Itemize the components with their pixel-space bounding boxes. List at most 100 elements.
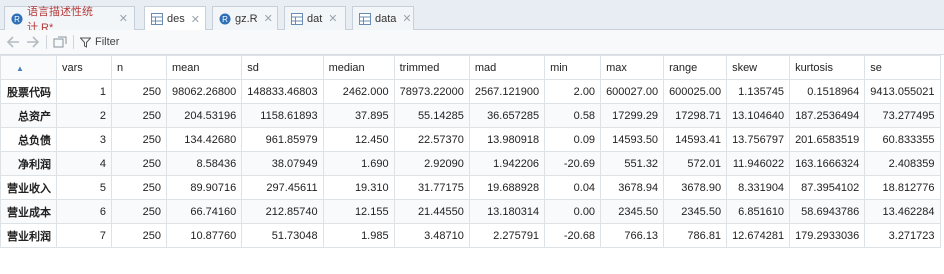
table-cell[interactable]: 4 (56, 151, 112, 176)
table-cell[interactable]: 89.90716 (165, 175, 243, 200)
table-cell[interactable]: 6.851610 (726, 199, 791, 224)
table-cell[interactable]: 0.58 (544, 103, 602, 128)
table-cell[interactable]: 961.85979 (241, 127, 324, 152)
table-cell[interactable]: 2462.000 (322, 79, 395, 104)
table-cell[interactable]: 13.756797 (726, 127, 791, 152)
table-cell[interactable]: 98062.26800 (165, 79, 243, 104)
close-icon[interactable]: ✕ (328, 12, 337, 25)
table-cell[interactable]: 600025.00 (663, 79, 728, 104)
close-icon[interactable]: ✕ (191, 13, 200, 26)
table-cell[interactable]: 7 (56, 223, 112, 248)
table-cell[interactable]: 600027.00 (600, 79, 665, 104)
column-header[interactable]: vars (56, 55, 112, 80)
table-cell[interactable]: 13.980918 (468, 127, 546, 152)
table-cell[interactable]: 31.77175 (393, 175, 470, 200)
table-cell[interactable]: 66.74160 (165, 199, 243, 224)
table-cell[interactable]: 179.2933036 (789, 223, 866, 248)
column-header[interactable]: median (322, 55, 395, 80)
table-cell[interactable]: 2.92090 (393, 151, 470, 176)
table-cell[interactable]: 0.00 (544, 199, 602, 224)
close-icon[interactable]: ✕ (264, 12, 273, 25)
table-cell[interactable]: 2345.50 (663, 199, 728, 224)
table-cell[interactable]: 2.275791 (468, 223, 546, 248)
table-cell[interactable]: 13.180314 (468, 199, 546, 224)
table-cell[interactable]: 2.00 (544, 79, 602, 104)
row-name-cell[interactable]: 总资产 (0, 103, 57, 128)
table-cell[interactable]: 14593.41 (663, 127, 728, 152)
table-cell[interactable]: 8.58436 (165, 151, 243, 176)
table-cell[interactable]: 18.812776 (864, 175, 941, 200)
column-header[interactable]: n (111, 55, 167, 80)
table-cell[interactable]: 250 (111, 175, 167, 200)
column-header[interactable]: mad (468, 55, 546, 80)
table-cell[interactable]: 73.277495 (864, 103, 941, 128)
table-cell[interactable]: 0.04 (544, 175, 602, 200)
table-cell[interactable]: 204.53196 (165, 103, 243, 128)
table-cell[interactable]: 13.104640 (726, 103, 791, 128)
table-cell[interactable]: 163.1666324 (789, 151, 866, 176)
corner-header[interactable]: ▲ (0, 55, 57, 80)
forward-arrow-icon[interactable] (26, 33, 40, 51)
column-header[interactable]: min (544, 55, 602, 80)
table-cell[interactable]: 36.657285 (468, 103, 546, 128)
table-cell[interactable]: 3678.94 (600, 175, 665, 200)
table-cell[interactable]: 2345.50 (600, 199, 665, 224)
table-cell[interactable]: 766.13 (600, 223, 665, 248)
table-cell[interactable]: 201.6583519 (789, 127, 866, 152)
table-cell[interactable]: 250 (111, 223, 167, 248)
table-cell[interactable]: 2 (56, 103, 112, 128)
table-cell[interactable]: 55.14285 (393, 103, 470, 128)
close-icon[interactable]: ✕ (119, 12, 128, 25)
column-header[interactable]: kurtosis (789, 55, 866, 80)
table-cell[interactable]: 1158.61893 (241, 103, 324, 128)
popout-window-icon[interactable] (53, 33, 67, 51)
table-cell[interactable]: 250 (111, 151, 167, 176)
table-cell[interactable]: 14593.50 (600, 127, 665, 152)
table-cell[interactable]: 250 (111, 199, 167, 224)
table-cell[interactable]: 12.450 (322, 127, 395, 152)
table-cell[interactable]: 3.48710 (393, 223, 470, 248)
close-icon[interactable]: ✕ (402, 12, 411, 25)
table-cell[interactable]: 3.271723 (864, 223, 941, 248)
table-cell[interactable]: 22.57370 (393, 127, 470, 152)
table-cell[interactable]: 1 (56, 79, 112, 104)
table-cell[interactable]: 134.42680 (165, 127, 243, 152)
table-cell[interactable]: 187.2536494 (789, 103, 866, 128)
table-cell[interactable]: 250 (111, 79, 167, 104)
table-cell[interactable]: 148833.46803 (241, 79, 324, 104)
table-cell[interactable]: -20.68 (544, 223, 602, 248)
row-name-cell[interactable]: 净利润 (0, 151, 57, 176)
column-header[interactable]: trimmed (393, 55, 470, 80)
table-cell[interactable]: 51.73048 (241, 223, 324, 248)
table-cell[interactable]: 9413.055021 (864, 79, 941, 104)
table-cell[interactable]: 786.81 (663, 223, 728, 248)
table-cell[interactable]: 0.1518964 (789, 79, 866, 104)
table-cell[interactable]: 10.87760 (165, 223, 243, 248)
table-cell[interactable]: 5 (56, 175, 112, 200)
table-cell[interactable]: 250 (111, 127, 167, 152)
table-cell[interactable]: 2.408359 (864, 151, 941, 176)
table-cell[interactable]: 1.135745 (726, 79, 791, 104)
tab-data[interactable]: data ✕ (352, 6, 414, 30)
table-cell[interactable]: 38.07949 (241, 151, 324, 176)
table-cell[interactable]: 12.674281 (726, 223, 791, 248)
table-cell[interactable]: 6 (56, 199, 112, 224)
table-cell[interactable]: 0.09 (544, 127, 602, 152)
table-cell[interactable]: 60.833355 (864, 127, 941, 152)
table-cell[interactable]: 3 (56, 127, 112, 152)
table-cell[interactable]: 21.44550 (393, 199, 470, 224)
table-cell[interactable]: 3678.90 (663, 175, 728, 200)
table-cell[interactable]: 17299.29 (600, 103, 665, 128)
row-name-cell[interactable]: 总负债 (0, 127, 57, 152)
table-cell[interactable]: 13.462284 (864, 199, 941, 224)
row-name-cell[interactable]: 股票代码 (0, 79, 57, 104)
row-name-cell[interactable]: 营业收入 (0, 175, 57, 200)
table-cell[interactable]: 78973.22000 (393, 79, 470, 104)
tab-script-1[interactable]: R 语言描述性统计.R* ✕ (4, 6, 135, 34)
table-cell[interactable]: 19.310 (322, 175, 395, 200)
column-header[interactable]: sd (241, 55, 324, 80)
column-header[interactable]: range (663, 55, 728, 80)
column-header[interactable]: max (600, 55, 665, 80)
row-name-cell[interactable]: 营业利润 (0, 223, 57, 248)
table-cell[interactable]: 8.331904 (726, 175, 791, 200)
